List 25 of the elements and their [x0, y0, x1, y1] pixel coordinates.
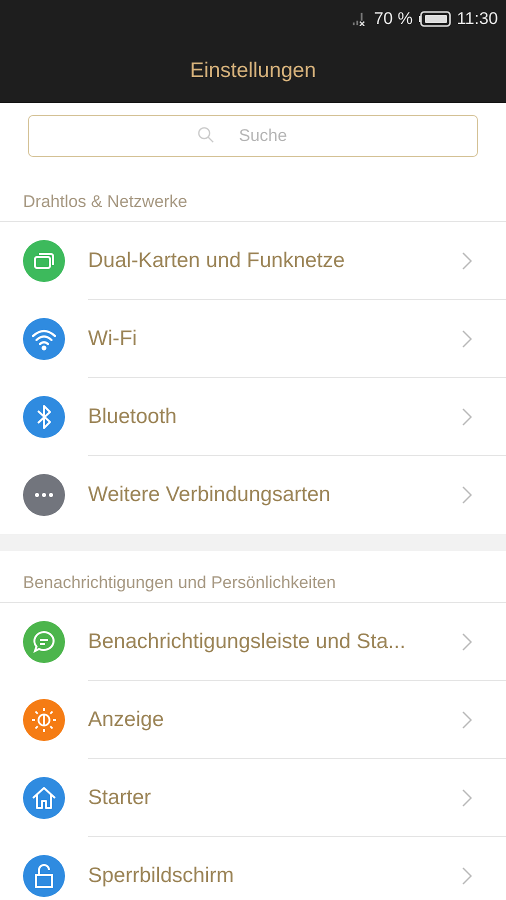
- settings-item[interactable]: Anzeige: [0, 681, 506, 759]
- settings-item[interactable]: Starter: [0, 759, 506, 837]
- clock: 11:30: [456, 9, 498, 29]
- section-header: Drahtlos & Netzwerke: [23, 192, 188, 212]
- chevron-icon: [462, 486, 472, 504]
- chevron-icon: [462, 252, 472, 270]
- settings-item[interactable]: Benachrichtigungsleiste und Sta...: [0, 603, 506, 681]
- search-field[interactable]: Suche: [28, 115, 478, 157]
- signal-icon: [352, 12, 366, 26]
- chevron-icon: [462, 330, 472, 348]
- settings-item[interactable]: Weitere Verbindungsarten: [0, 456, 506, 534]
- chevron-icon: [462, 867, 472, 885]
- chevron-icon: [462, 710, 472, 728]
- settings-item[interactable]: Wi-Fi: [0, 300, 506, 378]
- settings-item[interactable]: Sperrbildschirm: [0, 837, 506, 900]
- chevron-icon: [462, 408, 472, 426]
- battery-percent: 70 %: [374, 9, 413, 29]
- settings-item[interactable]: Bluetooth: [0, 378, 506, 456]
- chevron-icon: [462, 788, 472, 806]
- settings-item[interactable]: Dual-Karten und Funknetze: [0, 222, 506, 300]
- section-header: Benachrichtigungen und Persönlichkeiten: [23, 573, 336, 593]
- search-icon: [197, 126, 215, 144]
- page-title: Einstellungen: [190, 58, 316, 82]
- battery-icon: [418, 11, 451, 27]
- chevron-icon: [462, 632, 472, 650]
